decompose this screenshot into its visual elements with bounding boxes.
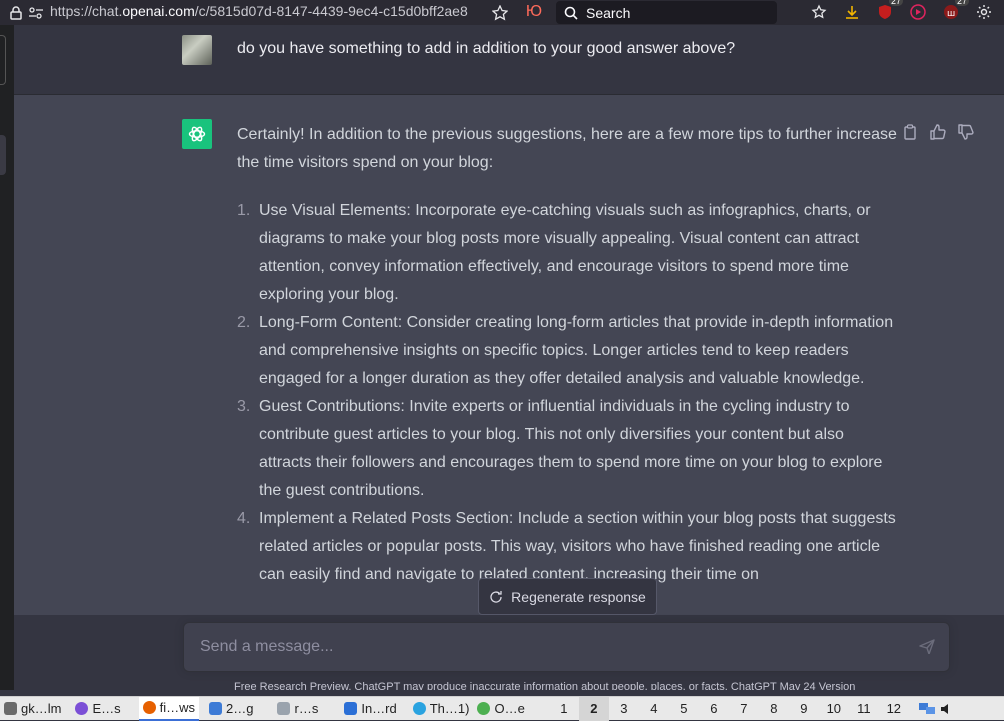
taskbar-item-label: r…s: [294, 701, 319, 716]
list-item-text: Implement a Related Posts Section: Inclu…: [259, 510, 896, 583]
regenerate-response-button[interactable]: Regenerate response: [478, 578, 657, 615]
workspace-button[interactable]: 1: [549, 697, 579, 721]
permissions-icon[interactable]: [26, 3, 46, 23]
bookmark-star-icon[interactable]: [490, 3, 510, 23]
list-item-text: Long-Form Content: Consider creating lon…: [259, 314, 894, 387]
composer-area: Send a message... Free Research Preview.…: [14, 615, 1004, 690]
conversation-area: do you have something to add in addition…: [14, 25, 1004, 690]
taskbar-item-label: 2…g: [226, 701, 254, 716]
workspace-button[interactable]: 5: [669, 697, 699, 721]
workspace-button[interactable]: 7: [729, 697, 759, 721]
send-icon[interactable]: [919, 638, 935, 659]
chrome-icon: [477, 702, 491, 715]
tips-list: 1. Use Visual Elements: Incorporate eye-c…: [237, 197, 897, 589]
yu-extension-icon[interactable]: Ю: [524, 2, 544, 22]
firefox-icon: [142, 701, 156, 714]
user-message-text: do you have something to add in addition…: [237, 40, 736, 57]
workspace-button[interactable]: 11: [849, 697, 879, 721]
taskbar-item[interactable]: E…s: [71, 697, 124, 721]
network-icon[interactable]: [917, 699, 937, 719]
taskbar-item[interactable]: In…rd: [340, 697, 400, 721]
url-domain: openai.com: [122, 3, 195, 19]
workspace-switcher: 1 2 3 4 5 6 7 8 9 10 11 12: [549, 696, 909, 721]
thumbs-down-icon[interactable]: [958, 124, 974, 140]
workspace-button[interactable]: 8: [759, 697, 789, 721]
assistant-message-body: Certainly! In addition to the previous s…: [237, 121, 897, 589]
sidebar-toggle[interactable]: [0, 35, 6, 85]
shield-extension-icon[interactable]: ш 27: [941, 0, 969, 22]
taskbar-item[interactable]: 2…g: [205, 697, 257, 721]
volume-icon[interactable]: [937, 699, 957, 719]
message-input-placeholder: Send a message...: [200, 638, 334, 655]
taskbar-item[interactable]: gk…lm: [0, 697, 65, 721]
list-item: 3. Guest Contributions: Invite experts or…: [237, 393, 897, 505]
taskbar-item[interactable]: r…s: [273, 697, 322, 721]
workspace-button[interactable]: 12: [879, 697, 909, 721]
list-item-text: Guest Contributions: Invite experts or i…: [259, 398, 883, 499]
regenerate-label: Regenerate response: [511, 588, 646, 605]
thumbs-up-icon[interactable]: [930, 124, 946, 140]
taskbar-item-label: fi…ws: [159, 700, 196, 715]
url-prefix: https://chat.: [50, 3, 123, 19]
ublock-extension-icon[interactable]: 27: [875, 0, 903, 22]
search-icon: [564, 6, 578, 20]
video-extension-icon[interactable]: [908, 2, 928, 22]
taskbar-item-label: Th…1): [429, 701, 470, 716]
workspace-button[interactable]: 4: [639, 697, 669, 721]
list-number: 1.: [237, 202, 251, 219]
download-icon[interactable]: [842, 2, 862, 22]
extension-badge-count: 27: [888, 0, 903, 6]
pocket-star-icon[interactable]: [809, 2, 829, 22]
workspace-button[interactable]: 10: [819, 697, 849, 721]
list-item-text: Use Visual Elements: Incorporate eye-cat…: [259, 202, 871, 303]
assistant-intro: Certainly! In addition to the previous s…: [237, 126, 897, 171]
taskbar-item-label: E…s: [92, 701, 121, 716]
workspace-button-active[interactable]: 2: [578, 696, 609, 721]
taskbar-item-label: In…rd: [361, 701, 397, 716]
toolbar-right-icons: 27 ш 27: [809, 0, 994, 22]
lock-icon[interactable]: [6, 3, 26, 23]
collapsed-sidebar: [0, 25, 14, 690]
taskbar-item-label: gk…lm: [21, 701, 62, 716]
user-avatar: [182, 35, 212, 65]
window-icon: [277, 702, 291, 715]
list-number: 3.: [237, 398, 251, 415]
emacs-icon: [75, 702, 89, 715]
browser-toolbar: https://chat.openai.com/c/5815d07d-8147-…: [0, 0, 1004, 25]
footer-disclaimer: Free Research Preview. ChatGPT may produ…: [234, 681, 856, 690]
list-number: 4.: [237, 510, 251, 527]
list-item: 1. Use Visual Elements: Incorporate eye-c…: [237, 197, 897, 309]
workspace-button[interactable]: 9: [789, 697, 819, 721]
taskbar-item-label: O…e: [494, 701, 525, 716]
list-item: 4. Implement a Related Posts Section: Inc…: [237, 505, 897, 589]
extension-badge-count-2: 27: [954, 0, 969, 6]
chatgpt-logo-icon: [182, 119, 212, 149]
copy-icon[interactable]: [902, 124, 918, 140]
search-input[interactable]: Search: [556, 1, 777, 24]
email-icon: [344, 702, 358, 715]
sidebar-handle[interactable]: [0, 135, 6, 175]
taskbar-item[interactable]: O…e: [473, 697, 528, 721]
gear-icon[interactable]: [974, 2, 994, 22]
message-input[interactable]: Send a message...: [183, 622, 950, 672]
url-bar[interactable]: https://chat.openai.com/c/5815d07d-8147-…: [50, 3, 468, 19]
telegram-icon: [412, 702, 426, 715]
refresh-icon: [490, 590, 502, 603]
message-actions: [902, 124, 974, 140]
search-placeholder: Search: [586, 4, 631, 21]
os-taskbar: gk…lm E…s fi…ws 2…g r…s In…rd Th…1) O…e …: [0, 696, 1004, 721]
url-path: /c/5815d07d-8147-4439-9ec4-c15d0bff2ae8: [194, 3, 468, 19]
taskbar-item[interactable]: Th…1): [409, 697, 474, 721]
list-number: 2.: [237, 314, 251, 331]
taskbar-item-active[interactable]: fi…ws: [138, 696, 200, 721]
list-item: 2. Long-Form Content: Consider creating l…: [237, 309, 897, 393]
workspace-button[interactable]: 6: [699, 697, 729, 721]
svg-text:ш: ш: [947, 9, 955, 19]
user-message-row: do you have something to add in addition…: [14, 25, 1004, 95]
folder-icon: [209, 702, 223, 715]
terminal-icon: [4, 702, 17, 715]
workspace-button[interactable]: 3: [609, 697, 639, 721]
